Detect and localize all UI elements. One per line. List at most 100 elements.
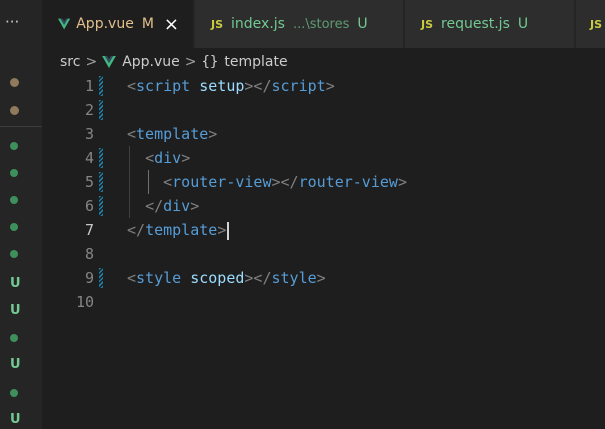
tag-token: div	[163, 197, 191, 215]
tab-index-js[interactable]: JS index.js ...\stores U	[195, 0, 404, 48]
explorer-divider	[0, 126, 42, 127]
punctuation-token: <	[127, 269, 137, 287]
code-line[interactable]: 8	[42, 242, 605, 266]
breadcrumb: src > App.vue > {} template	[60, 52, 288, 72]
punctuation-token: <	[127, 125, 137, 143]
tag-token: div	[154, 149, 182, 167]
code-text: </template>	[127, 218, 230, 242]
breadcrumb-item-symbol[interactable]: template	[224, 54, 287, 70]
punctuation-token: </	[145, 197, 164, 215]
line-number: 7	[84, 221, 94, 239]
punctuation-token: >	[316, 269, 326, 287]
tag-token: router-view	[298, 173, 398, 191]
untracked-marker: U	[10, 357, 21, 372]
breadcrumb-item-file[interactable]: App.vue	[122, 54, 180, 70]
line-number: 9	[84, 269, 94, 287]
tag-token: router-view	[172, 173, 272, 191]
attribute-token: setup	[199, 77, 245, 95]
git-change-marker[interactable]	[99, 268, 103, 288]
tab-path: ...\stores	[292, 16, 350, 32]
tag-token: script	[271, 77, 326, 95]
punctuation-token	[127, 173, 163, 191]
js-icon: JS	[421, 17, 434, 31]
text-cursor	[227, 221, 230, 240]
punctuation-token: ></	[244, 77, 272, 95]
code-line[interactable]: 4 <div>	[42, 146, 605, 170]
punctuation-token: <	[163, 173, 173, 191]
line-number: 10	[75, 293, 94, 311]
line-number: 5	[84, 173, 94, 191]
code-text: </div>	[127, 194, 199, 218]
line-number: 1	[84, 77, 94, 95]
tab-request-js[interactable]: JS request.js U	[405, 0, 575, 48]
punctuation-token: >	[325, 77, 335, 95]
git-change-marker[interactable]	[99, 148, 103, 168]
tab-app-vue[interactable]: App.vue M ×	[42, 0, 194, 48]
code-text: <style scoped></style>	[127, 266, 326, 290]
code-line[interactable]: 5 <router-view></router-view>	[42, 170, 605, 194]
close-icon[interactable]: ×	[164, 14, 179, 35]
git-change-marker[interactable]	[99, 76, 103, 96]
tab-bar: App.vue M × JS index.js ...\stores U JS …	[42, 0, 605, 48]
untracked-badge: U	[357, 16, 368, 32]
punctuation-token: <	[145, 149, 155, 167]
punctuation-token: >	[181, 149, 191, 167]
code-text: <template>	[127, 122, 217, 146]
vue-icon	[102, 56, 117, 68]
new-file-dot-icon	[10, 389, 18, 397]
modified-dot-icon	[10, 106, 19, 115]
tab-label: App.vue	[76, 16, 134, 32]
code-line[interactable]: 6 </div>	[42, 194, 605, 218]
modified-dot-icon	[10, 78, 19, 87]
code-line[interactable]: 2	[42, 98, 605, 122]
punctuation-token	[127, 197, 145, 215]
git-change-marker[interactable]	[99, 172, 103, 192]
symbol-namespace-icon: {}	[201, 54, 219, 70]
line-number: 6	[84, 197, 94, 215]
punctuation-token: >	[397, 173, 407, 191]
explorer-strip: ··· UUUU	[0, 0, 42, 429]
code-line[interactable]: 9 <style scoped></style>	[42, 266, 605, 290]
line-number: 8	[84, 245, 94, 263]
breadcrumb-item-src[interactable]: src	[60, 54, 80, 70]
code-editor[interactable]: 1 <script setup></script> 2 3 <template> 4 <d…	[42, 74, 605, 429]
line-number: 4	[84, 149, 94, 167]
tag-token: template	[145, 221, 218, 239]
untracked-marker: U	[10, 412, 21, 427]
untracked-marker: U	[10, 276, 21, 291]
code-text: <div>	[127, 146, 190, 170]
code-text: <router-view></router-view>	[127, 170, 407, 194]
punctuation-token	[190, 77, 199, 95]
punctuation-token: ></	[244, 269, 272, 287]
tab-label: request.js	[441, 16, 510, 32]
untracked-marker: U	[10, 303, 21, 318]
chevron-right-icon: >	[85, 54, 98, 70]
punctuation-token: >	[208, 125, 218, 143]
untracked-badge: U	[517, 16, 529, 32]
code-line[interactable]: 7 </template>	[42, 218, 605, 242]
more-actions-icon[interactable]: ···	[5, 14, 19, 30]
line-number: 2	[84, 101, 94, 119]
new-file-dot-icon	[10, 223, 18, 231]
punctuation-token: </	[127, 221, 146, 239]
code-line[interactable]: 3 <template>	[42, 122, 605, 146]
punctuation-token: <	[127, 77, 137, 95]
git-change-marker[interactable]	[99, 100, 103, 120]
tag-token: script	[136, 77, 191, 95]
code-line[interactable]: 1 <script setup></script>	[42, 74, 605, 98]
new-file-dot-icon	[10, 250, 18, 258]
code-text: <script setup></script>	[127, 74, 335, 98]
modified-badge: M	[141, 16, 154, 32]
git-change-marker[interactable]	[99, 196, 103, 216]
new-file-dot-icon	[10, 196, 18, 204]
punctuation-token: ></	[271, 173, 299, 191]
tag-token: style	[271, 269, 317, 287]
vue-icon	[58, 18, 71, 30]
tag-token: style	[136, 269, 182, 287]
code-line[interactable]: 10	[42, 290, 605, 314]
tab-overflow[interactable]: JS	[576, 0, 605, 48]
line-number: 3	[84, 125, 94, 143]
js-icon: JS	[590, 17, 603, 31]
punctuation-token: >	[217, 221, 227, 239]
attribute-token: scoped	[190, 269, 245, 287]
